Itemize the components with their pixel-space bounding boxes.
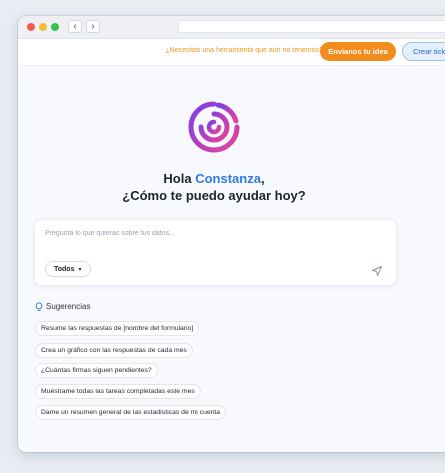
scope-dropdown-value: Todos: [54, 266, 75, 273]
create-ticket-button[interactable]: Crear ticket: [402, 42, 445, 61]
send-icon[interactable]: [371, 265, 383, 277]
chat-input[interactable]: [45, 230, 345, 237]
forward-arrow-icon[interactable]: ›: [86, 20, 100, 33]
lightbulb-icon: [35, 302, 43, 311]
suggestion-chip[interactable]: ¿Cuántas firmas siguen pendientes?: [35, 363, 158, 378]
greeting-comma: ,: [260, 171, 265, 186]
chat-box: Todos▾: [34, 219, 397, 286]
user-name: Constanza: [195, 171, 261, 186]
close-window-button[interactable]: [27, 23, 35, 31]
suggestions-header: Sugerencias: [35, 302, 90, 312]
promo-text: ¿Necesitas una herramienta que aún no te…: [165, 47, 323, 54]
suggestion-chip[interactable]: Dame un resumen general de las estadísti…: [35, 405, 227, 420]
greeting-hello: Hola: [163, 171, 192, 186]
app-logo-icon: [188, 101, 240, 153]
suggestion-chip[interactable]: Crea un gráfico con las respuestas de ca…: [35, 343, 193, 358]
top-banner: ¿Necesitas una herramienta que aún no te…: [18, 39, 445, 66]
browser-window: ‹ › ¿Necesitas una herramienta que aún n…: [18, 16, 445, 452]
browser-titlebar: ‹ ›: [18, 16, 445, 39]
greeting-line: Hola Constanza,: [18, 171, 410, 186]
address-bar[interactable]: [178, 20, 445, 33]
chevron-down-icon: ▾: [78, 267, 82, 273]
maximize-window-button[interactable]: [51, 23, 59, 31]
send-idea-button[interactable]: Envíanos tu idea: [320, 42, 396, 61]
minimize-window-button[interactable]: [39, 23, 47, 31]
scope-dropdown[interactable]: Todos ▾: [45, 261, 91, 277]
suggestions-title: Sugerencias: [46, 302, 91, 312]
suggestion-chip[interactable]: Resume las respuestas de [nombre del for…: [35, 321, 200, 336]
suggestion-chip[interactable]: Muéstrame todas las tareas completadas e…: [35, 384, 201, 399]
back-arrow-icon[interactable]: ‹: [68, 20, 82, 33]
greeting-question: ¿Cómo te puedo ayudar hoy?: [122, 188, 306, 203]
